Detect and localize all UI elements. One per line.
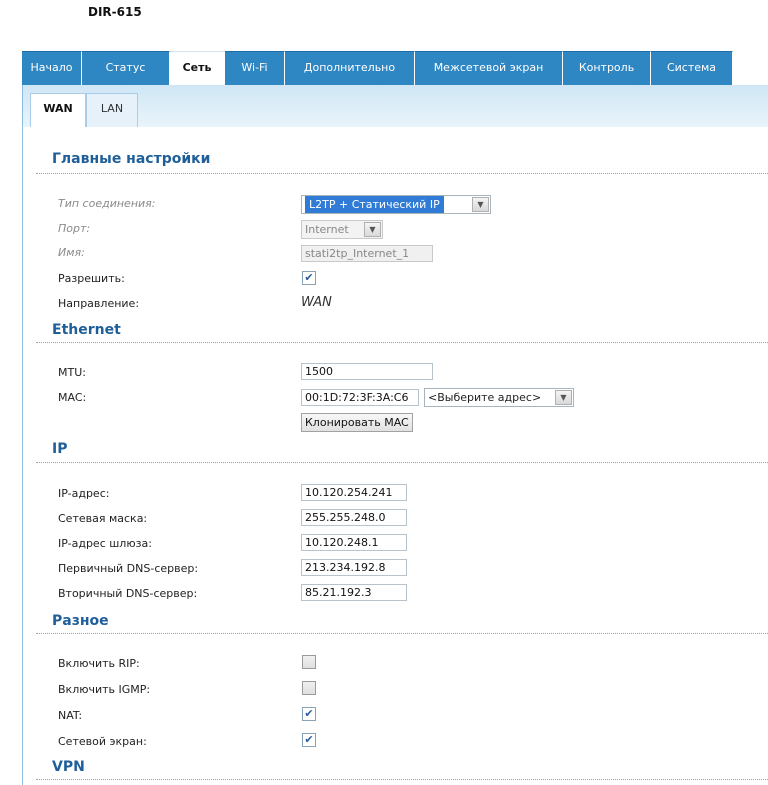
connection-type-value: L2TP + Статический IP [305, 196, 444, 213]
divider [36, 633, 768, 634]
subtab-lan[interactable]: LAN [86, 93, 138, 127]
section-vpn: VPN [52, 759, 85, 775]
primary-dns-label: Первичный DNS-сервер: [58, 562, 199, 575]
connection-type-label: Тип соединения: [58, 197, 156, 210]
mac-field[interactable]: 00:1D:72:3F:3A:C6 [301, 389, 419, 406]
gateway-field[interactable]: 10.120.248.1 [301, 534, 407, 551]
section-misc: Разное [52, 613, 109, 629]
dropdown-arrow-icon: ▼ [364, 222, 381, 237]
ip-address-label: IP-адрес: [58, 487, 110, 500]
primary-dns-field[interactable]: 213.234.192.8 [301, 559, 407, 576]
port-select[interactable]: Internet ▼ [301, 220, 383, 239]
section-ethernet: Ethernet [52, 322, 121, 338]
checkmark-icon: ✔ [304, 271, 314, 284]
secondary-dns-label: Вторичный DNS-сервер: [58, 587, 198, 600]
igmp-checkbox[interactable] [302, 681, 316, 695]
secondary-dns-field[interactable]: 85.21.192.3 [301, 584, 407, 601]
name-label: Имя: [58, 246, 85, 259]
tab-wifi[interactable]: Wi-Fi [225, 51, 285, 85]
checkmark-icon: ✔ [304, 707, 314, 720]
mtu-field[interactable]: 1500 [301, 363, 433, 380]
mtu-label: MTU: [58, 366, 86, 379]
igmp-label: Включить IGMP: [58, 683, 151, 696]
divider [36, 173, 768, 174]
name-field[interactable]: stati2tp_Internet_1 [301, 245, 433, 262]
gateway-label: IP-адрес шлюза: [58, 537, 152, 550]
divider [36, 462, 768, 463]
tab-home[interactable]: Начало [22, 51, 82, 85]
firewall-checkbox[interactable]: ✔ [302, 733, 316, 747]
dropdown-arrow-icon: ▼ [555, 390, 572, 405]
direction-label: Направление: [58, 297, 140, 310]
ip-address-field[interactable]: 10.120.254.241 [301, 484, 407, 501]
mac-select-value: <Выберите адрес> [428, 391, 542, 404]
rip-checkbox[interactable] [302, 655, 316, 669]
clone-mac-button[interactable]: Клонировать MAC [301, 413, 413, 432]
mac-address-select[interactable]: <Выберите адрес> ▼ [424, 388, 574, 407]
netmask-field[interactable]: 255.255.248.0 [301, 509, 407, 526]
nat-label: NAT: [58, 709, 83, 722]
tab-network[interactable]: Сеть [170, 51, 225, 85]
main-nav: Начало Статус Сеть Wi-Fi Дополнительно М… [22, 51, 733, 85]
rip-label: Включить RIP: [58, 657, 140, 670]
section-main-settings: Главные настройки [52, 151, 211, 167]
enable-label: Разрешить: [58, 272, 125, 285]
enable-checkbox[interactable]: ✔ [302, 271, 316, 285]
section-ip: IP [52, 441, 68, 457]
divider [36, 342, 768, 343]
nat-checkbox[interactable]: ✔ [302, 707, 316, 721]
netmask-label: Сетевая маска: [58, 512, 148, 525]
checkmark-icon: ✔ [304, 733, 314, 746]
direction-value: WAN [301, 295, 332, 310]
tab-status[interactable]: Статус [82, 51, 170, 85]
device-model: DIR-615 [88, 5, 142, 19]
mac-label: MAC: [58, 391, 87, 404]
port-value: Internet [305, 223, 349, 236]
connection-type-select[interactable]: L2TP + Статический IP ▼ [301, 195, 491, 214]
tab-system[interactable]: Система [651, 51, 733, 85]
subtab-wan[interactable]: WAN [30, 93, 86, 127]
tab-advanced[interactable]: Дополнительно [285, 51, 415, 85]
port-label: Порт: [58, 222, 91, 235]
firewall-label: Сетевой экран: [58, 735, 147, 748]
divider [36, 779, 768, 780]
tab-control[interactable]: Контроль [563, 51, 651, 85]
dropdown-arrow-icon: ▼ [472, 197, 489, 212]
tab-firewall[interactable]: Межсетевой экран [415, 51, 563, 85]
